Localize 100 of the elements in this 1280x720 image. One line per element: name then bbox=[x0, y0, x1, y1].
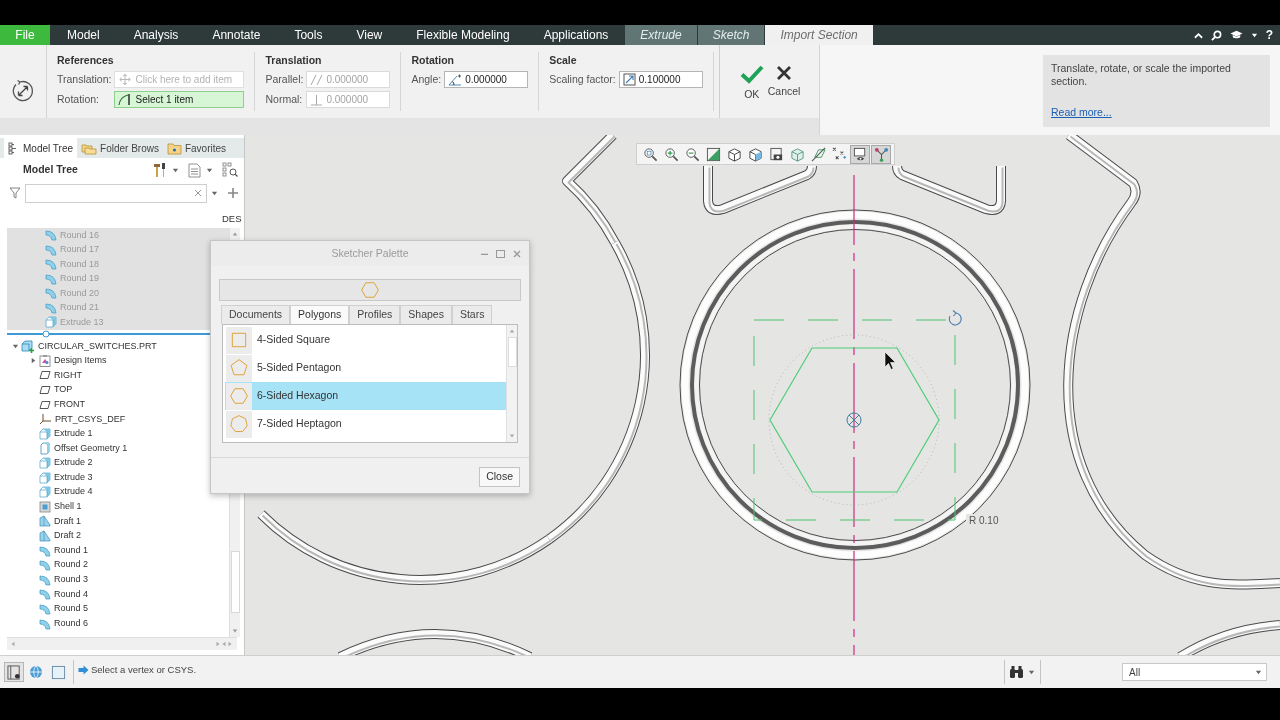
parallel-lines-icon bbox=[310, 73, 324, 86]
round-feature-icon bbox=[45, 243, 57, 256]
search-icon[interactable] bbox=[1210, 29, 1222, 41]
menu-tab[interactable]: Model bbox=[50, 25, 117, 45]
menu-tab[interactable]: Flexible Modeling bbox=[399, 25, 527, 45]
cube-icon bbox=[39, 457, 51, 470]
palette-tab[interactable]: Polygons bbox=[290, 305, 350, 324]
document-list-icon[interactable] bbox=[188, 162, 201, 178]
number-field[interactable]: 0.000000 bbox=[444, 71, 529, 88]
plane-icon bbox=[39, 399, 51, 410]
wedge-icon bbox=[39, 530, 51, 542]
view-tool-button[interactable] bbox=[850, 144, 870, 164]
caret-down-icon bbox=[232, 628, 238, 634]
close-icon[interactable] bbox=[513, 249, 521, 258]
scrollbar-thumb[interactable] bbox=[507, 337, 517, 367]
column-header: DES bbox=[222, 211, 243, 226]
graduation-cap-icon[interactable] bbox=[1229, 30, 1243, 40]
arc-icon bbox=[118, 93, 133, 106]
window-icon[interactable] bbox=[51, 664, 66, 680]
square-icon bbox=[230, 331, 248, 349]
round-feature-icon bbox=[45, 287, 57, 300]
field-label: Translation: bbox=[57, 71, 112, 87]
reference-collector-field[interactable]: Select 1 item bbox=[114, 91, 245, 108]
panel-tab[interactable]: Favorites bbox=[162, 138, 231, 158]
camera-box-icon bbox=[768, 146, 784, 162]
rotate-handle-icon[interactable] bbox=[948, 309, 962, 326]
round-feature-icon bbox=[45, 272, 57, 285]
field-label: Parallel: bbox=[265, 71, 304, 87]
view-tool-button[interactable] bbox=[871, 144, 891, 164]
tree-item[interactable]: Extrude 2 bbox=[7, 455, 229, 471]
folders-icon bbox=[81, 141, 98, 155]
palette-tab[interactable]: Shapes bbox=[400, 305, 452, 324]
angle-icon bbox=[448, 73, 463, 86]
menu-tab[interactable]: Annotate bbox=[195, 25, 278, 45]
tree-item[interactable]: Shell 1 bbox=[7, 499, 229, 515]
tree-item[interactable]: Round 5 bbox=[7, 601, 229, 617]
tree-item[interactable]: Extrude 4 bbox=[7, 484, 229, 500]
maximize-icon[interactable] bbox=[496, 249, 505, 258]
menu-tab[interactable]: Sketch bbox=[697, 25, 766, 45]
panel-tab[interactable]: Model Tree bbox=[4, 138, 78, 158]
menu-tab[interactable]: Import Section bbox=[765, 25, 873, 45]
help-button[interactable]: ? bbox=[1265, 29, 1273, 41]
plane-icon bbox=[39, 370, 51, 381]
plus-icon[interactable] bbox=[228, 188, 238, 198]
caret-down-icon bbox=[211, 189, 218, 197]
selection-filter-dropdown[interactable]: All bbox=[1122, 663, 1267, 681]
chevron-up-icon[interactable] bbox=[1193, 31, 1203, 39]
hammer-screwdriver-icon[interactable] bbox=[153, 162, 167, 178]
menu-tab[interactable]: View bbox=[339, 25, 400, 45]
tree-item[interactable]: Round 3 bbox=[7, 572, 229, 588]
menu-tab[interactable]: Analysis bbox=[116, 25, 196, 45]
globe-icon[interactable] bbox=[28, 664, 44, 680]
palette-tab[interactable]: Profiles bbox=[349, 305, 401, 324]
diagonal-square-icon bbox=[705, 146, 721, 162]
read-more-link[interactable]: Read more... bbox=[1051, 105, 1262, 121]
cancel-button[interactable]: Cancel bbox=[767, 65, 801, 100]
group-title: Scale bbox=[549, 54, 578, 67]
field-label: Rotation: bbox=[57, 91, 101, 107]
shaded-cube-icon bbox=[747, 146, 763, 162]
number-field[interactable]: 0.100000 bbox=[618, 71, 703, 88]
tree-item[interactable]: Draft 1 bbox=[7, 514, 229, 529]
round-feature-icon bbox=[39, 544, 51, 557]
tree-item[interactable]: Round 4 bbox=[7, 587, 229, 602]
palette-tab[interactable]: Documents bbox=[221, 305, 291, 324]
wedge-icon bbox=[39, 515, 51, 528]
hexagon-icon bbox=[361, 281, 379, 299]
find-button[interactable] bbox=[1009, 665, 1035, 679]
tree-item[interactable]: Round 2 bbox=[7, 557, 229, 573]
palette-list-item[interactable]: 6-Sided Hexagon bbox=[225, 382, 506, 410]
caret-down-icon bbox=[1028, 668, 1035, 676]
palette-tab[interactable]: Stars bbox=[451, 305, 493, 324]
scrollbar-thumb[interactable] bbox=[230, 551, 240, 613]
field-label: Normal: bbox=[265, 91, 304, 107]
tree-item[interactable]: Round 1 bbox=[7, 543, 229, 558]
field-label: Angle: bbox=[411, 71, 442, 87]
menu-tab[interactable]: Applications bbox=[526, 25, 626, 45]
panel-title: Model Tree bbox=[23, 162, 78, 178]
field-label: Scaling factor: bbox=[549, 71, 616, 87]
tree-item[interactable]: Draft 2 bbox=[7, 528, 229, 544]
tree-search-icon[interactable] bbox=[222, 162, 238, 178]
tree-filter-field[interactable] bbox=[25, 183, 207, 203]
tree-item[interactable]: Extrude 3 bbox=[7, 470, 229, 485]
navigator-toggle-button[interactable] bbox=[4, 662, 24, 682]
close-icon bbox=[776, 65, 793, 81]
tree-item[interactable]: Offset Geometry 1 bbox=[7, 441, 229, 456]
ok-button[interactable]: OK bbox=[739, 65, 764, 103]
heptagon-icon bbox=[230, 415, 248, 433]
menu-tab[interactable]: Extrude bbox=[625, 25, 698, 45]
tree-item[interactable]: Round 6 bbox=[7, 616, 229, 631]
offset-slab-icon bbox=[39, 441, 51, 455]
zoom-in-icon bbox=[663, 146, 679, 162]
zoom-fit-icon bbox=[642, 146, 658, 162]
filter-icon bbox=[9, 187, 21, 199]
group-title: References bbox=[57, 54, 115, 67]
shell-icon bbox=[39, 500, 51, 513]
panel-tab[interactable]: Folder Brows bbox=[77, 138, 163, 158]
mouse-cursor-icon bbox=[884, 351, 896, 370]
menu-tab[interactable]: Tools bbox=[277, 25, 340, 45]
center-point-icon[interactable] bbox=[846, 412, 862, 428]
close-button[interactable]: Close bbox=[479, 467, 520, 487]
